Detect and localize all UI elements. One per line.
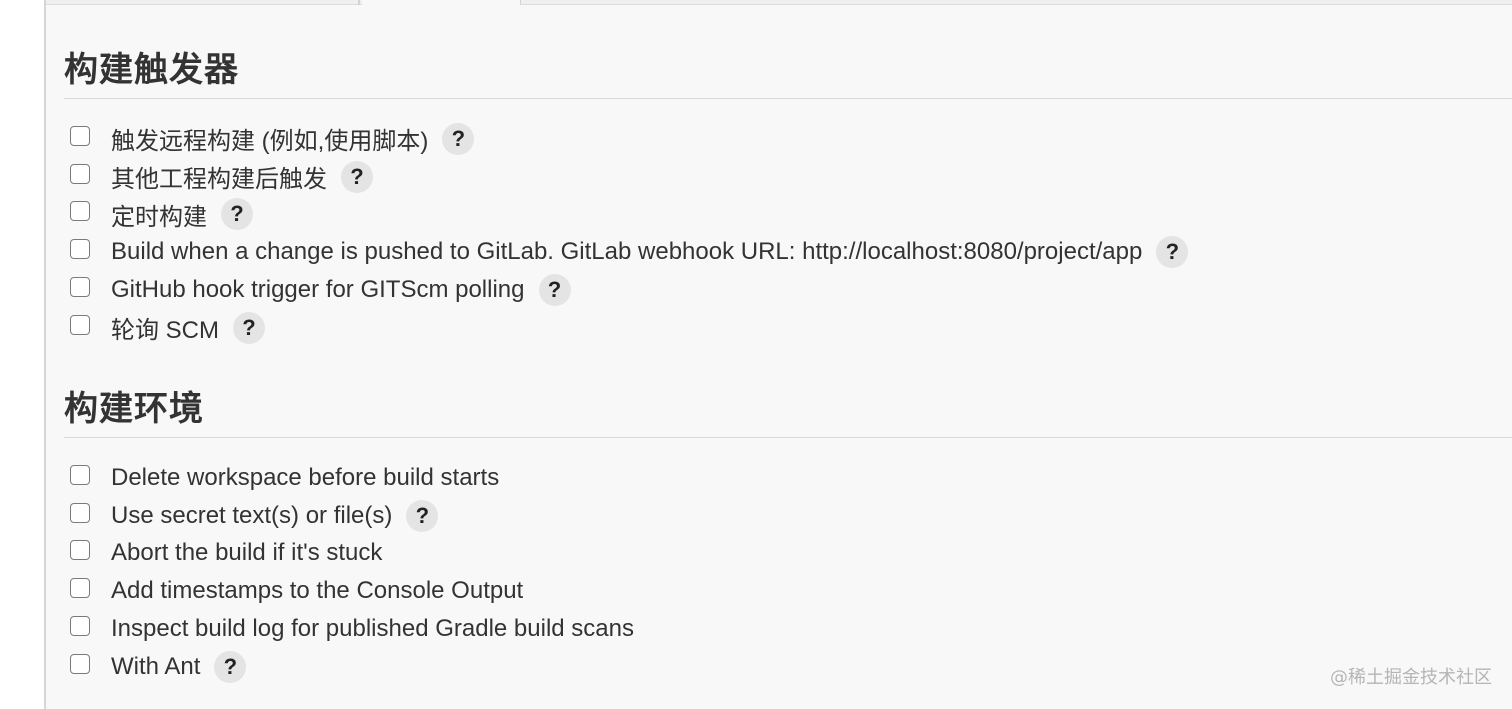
- help-icon[interactable]: ?: [442, 122, 475, 155]
- list-item: With Ant ?: [70, 648, 634, 686]
- list-item: 其他工程构建后触发 ?: [70, 158, 1188, 196]
- help-icon[interactable]: ?: [214, 650, 247, 683]
- list-item: Use secret text(s) or file(s) ?: [70, 497, 634, 535]
- checkbox-abort-stuck[interactable]: [70, 540, 90, 561]
- help-icon[interactable]: ?: [538, 274, 571, 307]
- help-icon[interactable]: ?: [1156, 236, 1189, 269]
- checkbox-delete-workspace[interactable]: [70, 464, 90, 485]
- checkbox-with-ant[interactable]: [70, 653, 90, 674]
- section-build-environment: 构建环境: [64, 389, 1512, 438]
- section-divider: [64, 98, 1512, 99]
- checkbox-gitlab-push[interactable]: [70, 239, 90, 260]
- section-title: 构建环境: [64, 390, 204, 428]
- list-item: 定时构建 ?: [70, 196, 1188, 234]
- help-icon[interactable]: ?: [221, 198, 253, 231]
- option-label[interactable]: 定时构建: [111, 197, 207, 232]
- tab-strip: [46, 0, 1512, 5]
- list-item: Add timestamps to the Console Output: [70, 572, 634, 610]
- list-item: Delete workspace before build starts: [70, 459, 634, 497]
- checkbox-after-other-projects[interactable]: [70, 163, 90, 184]
- list-item: Build when a change is pushed to GitLab.…: [70, 233, 1189, 271]
- option-label[interactable]: Inspect build log for published Gradle b…: [111, 615, 634, 643]
- option-label[interactable]: Delete workspace before build starts: [111, 464, 499, 492]
- watermark: @稀土掘金技术社区: [1330, 667, 1492, 688]
- option-label[interactable]: Add timestamps to the Console Output: [111, 577, 523, 605]
- left-gutter: [0, 0, 44, 709]
- list-item: 轮询 SCM ?: [70, 309, 1188, 347]
- option-label[interactable]: Build when a change is pushed to GitLab.…: [111, 238, 1142, 266]
- help-icon[interactable]: ?: [406, 499, 439, 532]
- section-build-triggers: 构建触发器: [64, 50, 1512, 99]
- checkbox-periodic-build[interactable]: [70, 201, 90, 222]
- build-triggers-list: 触发远程构建 (例如,使用脚本) ? 其他工程构建后触发 ? 定时构建 ? Bu…: [70, 120, 1189, 347]
- option-label[interactable]: With Ant: [111, 653, 200, 681]
- option-label[interactable]: 轮询 SCM: [111, 310, 219, 345]
- option-label[interactable]: 其他工程构建后触发: [111, 159, 327, 194]
- checkbox-secret-text[interactable]: [70, 502, 90, 523]
- list-item: Inspect build log for published Gradle b…: [70, 610, 634, 648]
- option-label[interactable]: Use secret text(s) or file(s): [111, 502, 392, 530]
- checkbox-github-hook[interactable]: [70, 277, 90, 298]
- tab-divider: [358, 0, 360, 5]
- checkbox-remote-trigger[interactable]: [70, 125, 90, 146]
- checkbox-timestamps[interactable]: [70, 578, 90, 599]
- section-divider: [64, 437, 1512, 438]
- help-icon[interactable]: ?: [341, 160, 373, 193]
- checkbox-poll-scm[interactable]: [70, 314, 90, 335]
- list-item: 触发远程构建 (例如,使用脚本) ?: [70, 120, 1188, 158]
- list-item: GitHub hook trigger for GITScm polling ?: [70, 271, 1188, 309]
- list-item: Abort the build if it's stuck: [70, 535, 634, 573]
- option-label[interactable]: GitHub hook trigger for GITScm polling: [111, 276, 525, 304]
- config-panel: 构建触发器 触发远程构建 (例如,使用脚本) ? 其他工程构建后触发 ? 定时构…: [44, 0, 1512, 709]
- option-label[interactable]: 触发远程构建 (例如,使用脚本): [111, 121, 428, 156]
- build-environment-list: Delete workspace before build starts Use…: [70, 459, 634, 686]
- option-label[interactable]: Abort the build if it's stuck: [111, 539, 382, 567]
- tab-active[interactable]: [362, 0, 521, 5]
- help-icon[interactable]: ?: [233, 311, 265, 344]
- section-title: 构建触发器: [64, 51, 239, 89]
- checkbox-gradle-scans[interactable]: [70, 616, 90, 637]
